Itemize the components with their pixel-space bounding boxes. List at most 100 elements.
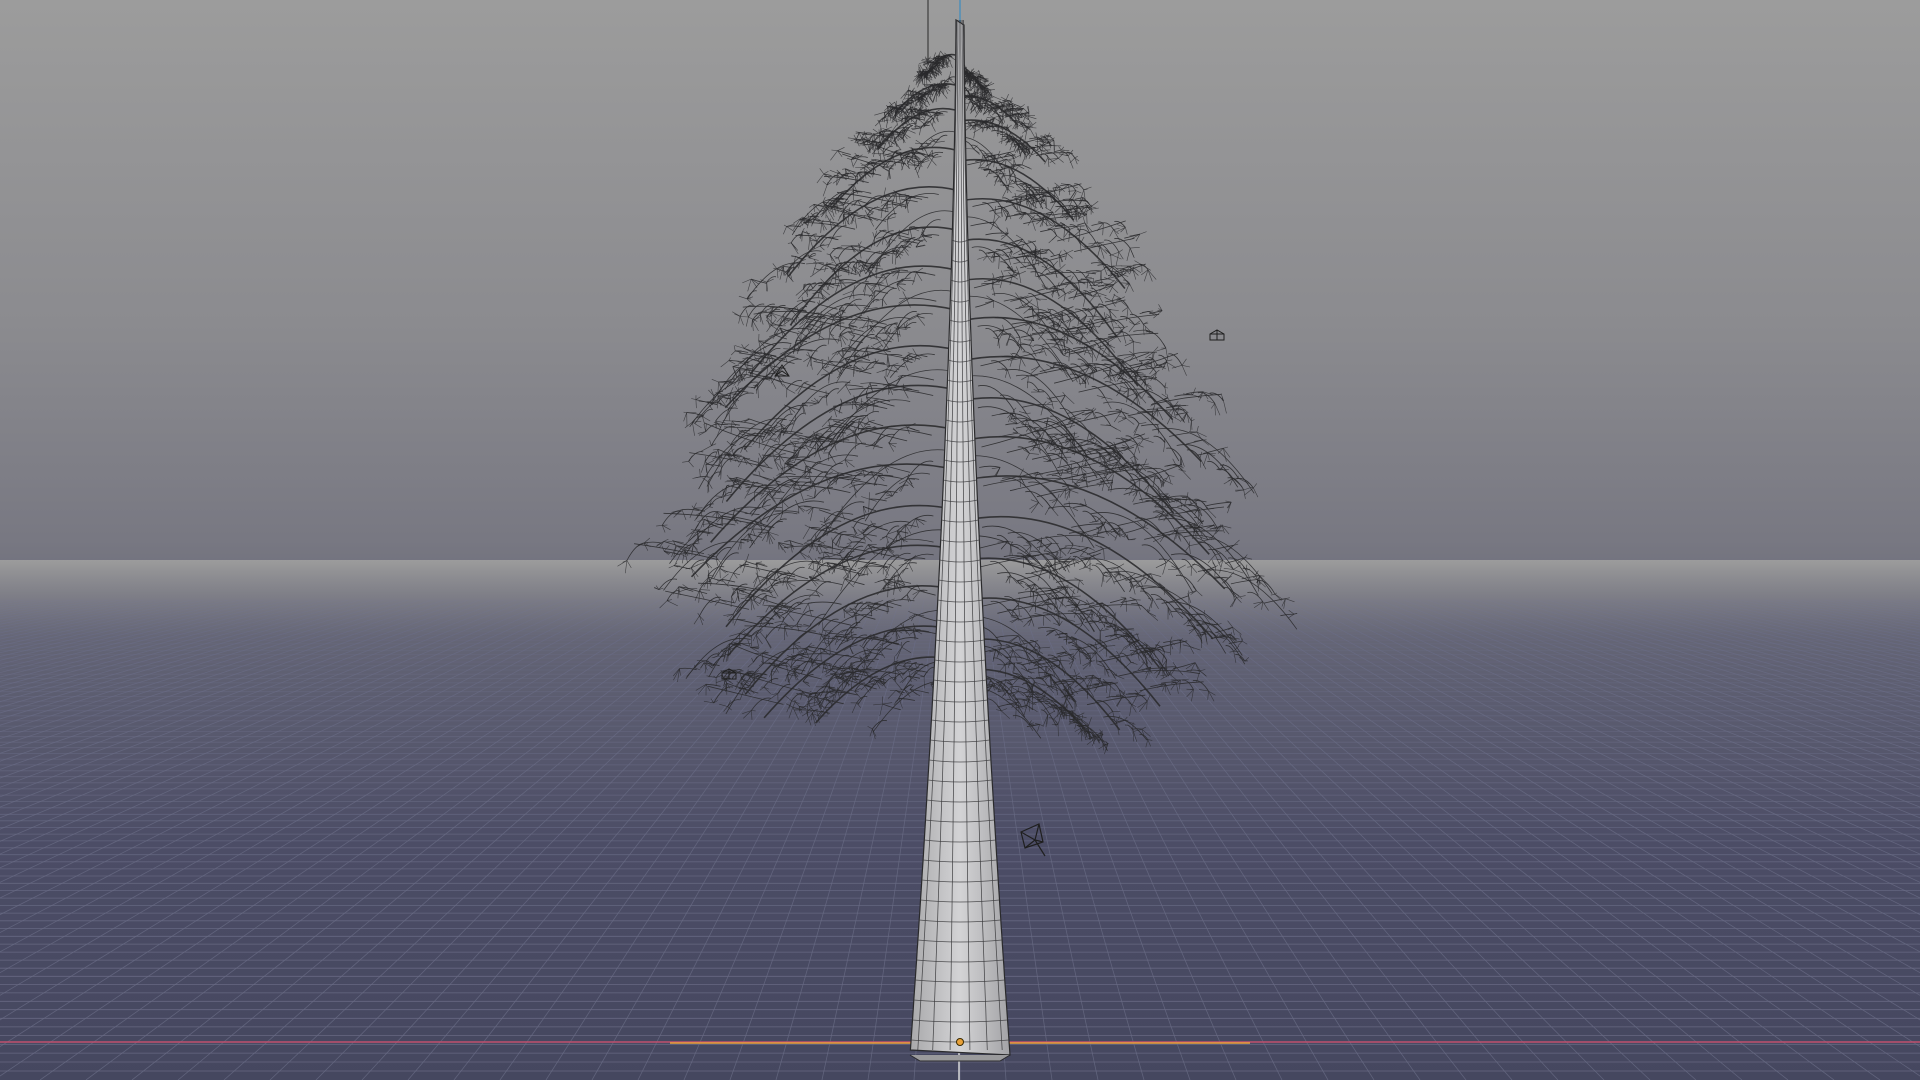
needle — [1164, 387, 1167, 396]
branch-segment — [1120, 331, 1134, 342]
needle — [1103, 283, 1109, 285]
needle — [821, 359, 830, 363]
needle — [916, 267, 924, 273]
needle — [726, 440, 731, 445]
needle — [1130, 247, 1140, 249]
needle — [740, 418, 750, 422]
needle — [1069, 157, 1076, 164]
branch-segment — [955, 375, 1089, 458]
needle — [829, 333, 839, 344]
branch-segment — [994, 112, 1000, 117]
needle — [857, 199, 862, 201]
needle — [892, 362, 899, 366]
needle — [682, 461, 689, 463]
needle — [1223, 446, 1229, 449]
branch-segment — [898, 326, 909, 329]
needle — [695, 399, 697, 409]
needle — [1068, 184, 1071, 196]
needle — [874, 358, 877, 363]
needle — [823, 171, 829, 175]
needle — [887, 219, 889, 232]
needle — [1066, 249, 1074, 254]
needle — [882, 298, 887, 306]
branch-segment — [787, 186, 956, 277]
needle — [694, 476, 701, 479]
needle — [1104, 397, 1112, 410]
needle — [703, 424, 706, 432]
needle — [710, 388, 715, 397]
needle — [872, 128, 880, 135]
needle — [853, 134, 857, 140]
needle — [808, 237, 811, 250]
branch-segment — [779, 317, 791, 327]
needle — [1087, 278, 1094, 280]
needle — [695, 396, 701, 400]
branch-segment — [794, 412, 806, 421]
needle — [1181, 365, 1187, 376]
needle — [1097, 246, 1101, 257]
needle — [1171, 409, 1175, 416]
branch-segment — [1000, 261, 1012, 271]
needle — [1181, 358, 1187, 366]
needle — [829, 169, 838, 174]
needle — [1126, 418, 1135, 425]
needle — [829, 254, 838, 266]
branch-segment — [1045, 190, 1055, 192]
needle — [1080, 243, 1082, 253]
3d-viewport[interactable] — [0, 0, 1920, 1080]
needle — [786, 383, 792, 390]
needle — [1003, 269, 1012, 272]
needle — [1058, 146, 1062, 151]
needle — [912, 272, 917, 285]
needle — [1129, 247, 1135, 258]
needle — [935, 109, 940, 113]
needle — [736, 427, 741, 432]
scene-canvas[interactable] — [0, 0, 1920, 1080]
needle — [1058, 158, 1064, 163]
needle — [1148, 310, 1154, 312]
branch-segment — [1027, 240, 1037, 248]
needle — [1006, 251, 1013, 254]
needle — [700, 461, 706, 473]
needle — [1047, 157, 1050, 168]
needle — [1064, 395, 1075, 405]
needle — [783, 384, 788, 390]
needle — [822, 367, 829, 374]
needle — [1147, 269, 1157, 280]
needle — [1113, 229, 1119, 235]
branch-segment — [865, 210, 956, 282]
needle — [688, 455, 693, 462]
branch-segment — [1237, 478, 1254, 489]
needle — [1083, 350, 1093, 352]
needle — [1009, 150, 1016, 153]
needle — [853, 256, 858, 261]
needle — [894, 327, 897, 329]
needle — [829, 351, 838, 362]
needle — [1010, 182, 1016, 185]
needle — [1029, 127, 1037, 129]
needle — [830, 150, 838, 161]
needle — [1018, 191, 1027, 196]
needle — [839, 333, 849, 341]
branch-segment — [1084, 299, 1126, 312]
needle — [1075, 190, 1082, 194]
needle — [1047, 401, 1052, 405]
needle — [787, 242, 792, 244]
needle — [1083, 188, 1088, 191]
needle — [1043, 348, 1047, 356]
needle — [895, 192, 897, 203]
branch-segment — [985, 328, 999, 340]
needle — [709, 439, 712, 446]
branch-segment — [1050, 253, 1060, 258]
needle — [1019, 337, 1022, 351]
needle — [837, 384, 846, 394]
needle — [1018, 358, 1022, 372]
branch-segment — [845, 384, 864, 388]
branch-segment — [1146, 408, 1158, 411]
needle — [708, 389, 715, 397]
needle — [1058, 277, 1066, 288]
needle — [1023, 306, 1033, 314]
needle — [869, 139, 871, 145]
needle — [1065, 253, 1068, 260]
needle — [1019, 270, 1026, 275]
